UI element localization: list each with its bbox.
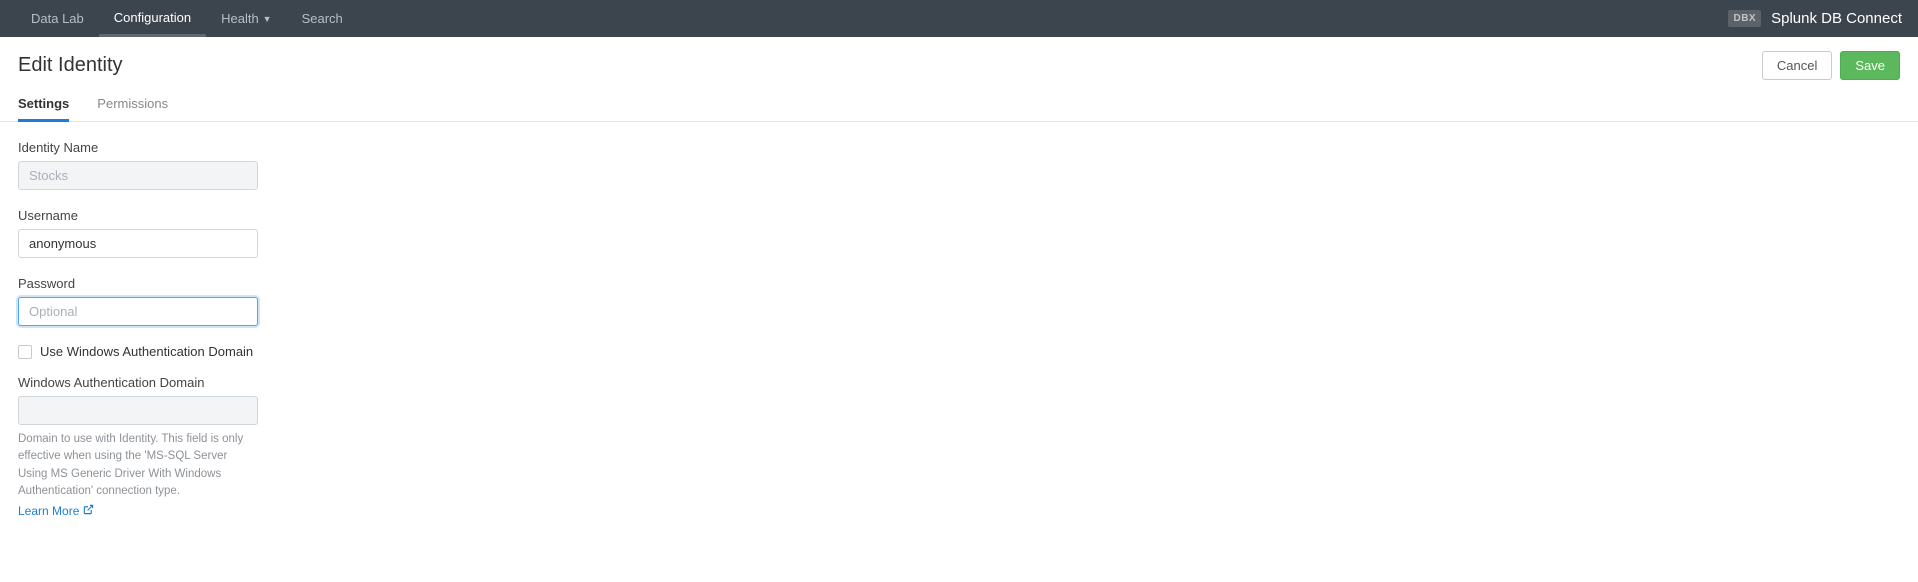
win-auth-checkbox-row: Use Windows Authentication Domain [18,344,262,359]
win-auth-domain-group: Windows Authentication Domain Domain to … [18,375,262,518]
learn-more-link[interactable]: Learn More [18,504,94,518]
nav-left: Data Lab Configuration Health ▼ Search [16,0,358,37]
nav-item-configuration[interactable]: Configuration [99,0,206,37]
password-group: Password [18,276,262,326]
username-group: Username [18,208,262,258]
win-auth-domain-label: Windows Authentication Domain [18,375,262,390]
username-input[interactable] [18,229,258,258]
win-auth-help-text: Domain to use with Identity. This field … [18,431,258,500]
win-auth-domain-input [18,396,258,425]
identity-name-group: Identity Name [18,140,262,190]
tab-settings[interactable]: Settings [18,88,69,122]
caret-down-icon: ▼ [263,14,272,24]
nav-item-data-lab[interactable]: Data Lab [16,0,99,37]
learn-more-label: Learn More [18,504,79,518]
nav-item-health-label: Health [221,11,259,26]
nav-right: DBX Splunk DB Connect [1728,10,1902,27]
tabs: Settings Permissions [0,88,1918,122]
cancel-button[interactable]: Cancel [1762,51,1832,80]
app-name: Splunk DB Connect [1771,10,1902,27]
nav-item-health[interactable]: Health ▼ [206,0,287,37]
identity-name-label: Identity Name [18,140,262,155]
external-link-icon [83,504,94,518]
password-label: Password [18,276,262,291]
top-navigation: Data Lab Configuration Health ▼ Search D… [0,0,1918,37]
win-auth-checkbox[interactable] [18,345,32,359]
identity-name-input [18,161,258,190]
page-header: Edit Identity Cancel Save [0,37,1918,88]
nav-item-search[interactable]: Search [287,0,358,37]
dbx-badge: DBX [1728,10,1761,27]
page-title: Edit Identity [18,54,123,77]
win-auth-checkbox-label: Use Windows Authentication Domain [40,344,253,359]
header-buttons: Cancel Save [1762,51,1900,80]
password-input[interactable] [18,297,258,326]
tab-permissions[interactable]: Permissions [97,88,168,121]
form-area: Identity Name Username Password Use Wind… [0,122,280,554]
save-button[interactable]: Save [1840,51,1900,80]
username-label: Username [18,208,262,223]
